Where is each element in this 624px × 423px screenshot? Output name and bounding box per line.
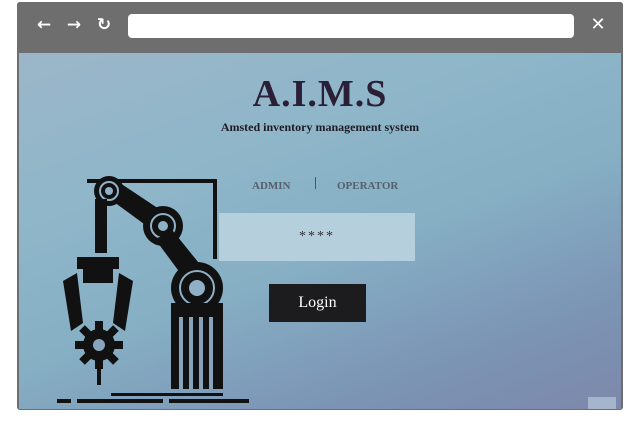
login-button[interactable]: Login xyxy=(269,284,366,322)
tab-separator xyxy=(315,177,316,189)
back-icon[interactable]: ← xyxy=(32,13,56,37)
app-title: A.I.M.S xyxy=(252,73,388,115)
browser-toolbar: ← → ↻ ✕ xyxy=(17,2,623,51)
page-content: A.I.M.S Amsted inventory management syst… xyxy=(19,53,621,409)
forward-icon[interactable]: → xyxy=(62,13,86,37)
robotic-arm-icon xyxy=(57,176,249,403)
tab-operator[interactable]: OPERATOR xyxy=(337,180,398,192)
browser-window: ← → ↻ ✕ A.I.M.S Amsted inventory managem… xyxy=(17,2,623,410)
app-subtitle: Amsted inventory management system xyxy=(220,120,420,134)
tab-admin[interactable]: ADMIN xyxy=(252,180,291,192)
close-icon[interactable]: ✕ xyxy=(586,13,610,37)
reload-icon[interactable]: ↻ xyxy=(92,13,116,37)
corner-handle xyxy=(588,397,616,409)
url-bar[interactable] xyxy=(128,14,574,38)
